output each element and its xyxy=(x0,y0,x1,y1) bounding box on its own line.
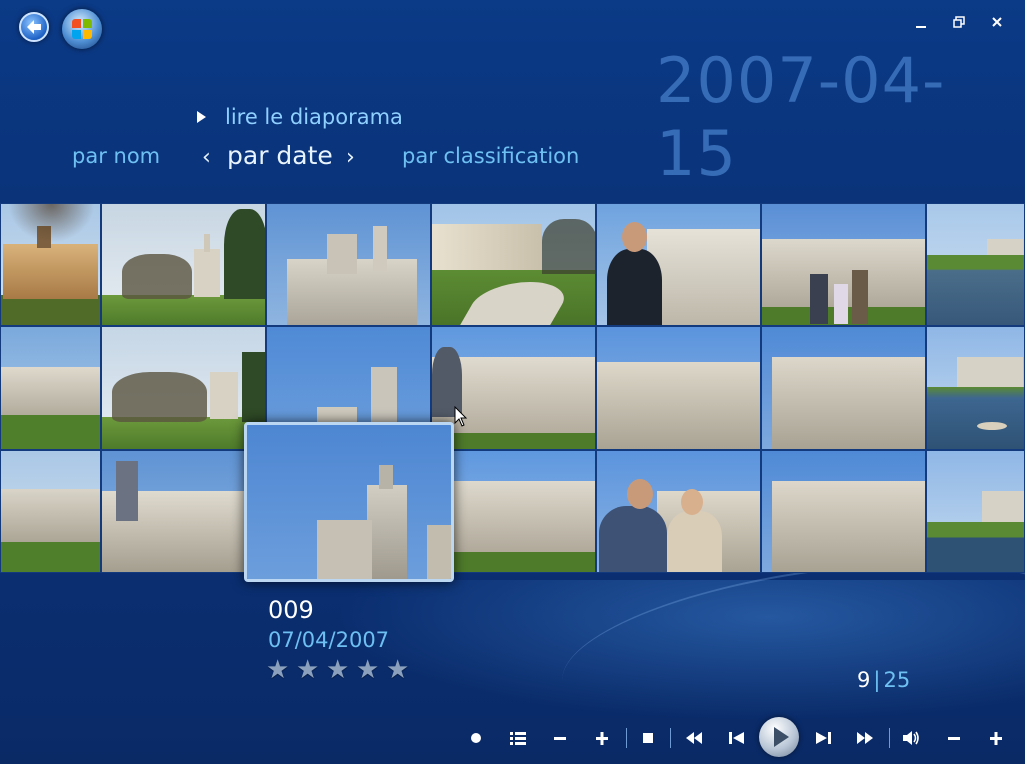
photo-thumbnail[interactable] xyxy=(761,203,926,326)
stop-icon xyxy=(643,733,653,743)
page-counter: 9 | 25 xyxy=(857,668,910,692)
photo-thumbnail[interactable] xyxy=(596,203,761,326)
star-icon: ★ xyxy=(326,655,350,685)
volume-up-icon xyxy=(990,732,1002,745)
star-icon: ★ xyxy=(296,655,320,685)
minus-icon xyxy=(554,737,566,740)
sort-by-rating[interactable]: par classification xyxy=(402,144,579,168)
back-arrow-icon xyxy=(27,20,41,34)
total-count: 25 xyxy=(883,668,911,692)
photo-thumbnail[interactable] xyxy=(0,326,101,450)
photo-thumbnail[interactable] xyxy=(926,203,1025,326)
play-icon xyxy=(774,727,789,747)
volume-icon xyxy=(903,731,919,745)
rewind-button[interactable] xyxy=(683,727,705,749)
photo-thumbnail[interactable] xyxy=(431,450,596,573)
volume-down-icon xyxy=(948,737,960,740)
photo-thumbnail[interactable] xyxy=(431,203,596,326)
star-icon: ★ xyxy=(386,655,410,685)
photo-thumbnail[interactable] xyxy=(0,450,101,573)
close-icon xyxy=(992,17,1002,27)
zoom-in-button[interactable] xyxy=(594,727,610,749)
chevron-right-icon[interactable]: › xyxy=(346,145,355,170)
back-button[interactable] xyxy=(19,12,49,42)
sort-by-name[interactable]: par nom xyxy=(72,144,160,168)
fast-forward-icon xyxy=(857,732,873,744)
restore-icon xyxy=(953,16,965,28)
photo-thumbnail[interactable] xyxy=(926,450,1025,573)
control-divider xyxy=(626,728,627,748)
skip-forward-button[interactable] xyxy=(814,727,834,749)
photo-thumbnail[interactable] xyxy=(0,203,101,326)
star-icon: ★ xyxy=(266,655,290,685)
rating-stars: ★ ★ ★ ★ ★ xyxy=(266,656,416,684)
minimize-button[interactable] xyxy=(912,14,930,32)
volume-up-button[interactable] xyxy=(988,727,1004,749)
photo-name: 009 xyxy=(268,596,314,624)
play-icon xyxy=(197,111,206,123)
photo-thumbnail[interactable] xyxy=(596,326,761,450)
record-button[interactable] xyxy=(468,727,484,749)
play-pause-button[interactable] xyxy=(759,717,799,757)
photo-thumbnail[interactable] xyxy=(761,450,926,573)
close-button[interactable] xyxy=(988,14,1006,32)
chevron-left-icon[interactable]: ‹ xyxy=(202,145,211,170)
mute-button[interactable] xyxy=(900,727,922,749)
slideshow-label: lire le diaporama xyxy=(225,105,403,129)
list-icon xyxy=(510,732,526,745)
stop-button[interactable] xyxy=(640,727,656,749)
rewind-icon xyxy=(686,732,702,744)
sort-by-date[interactable]: par date xyxy=(227,141,333,170)
photo-date: 07/04/2007 xyxy=(268,628,390,652)
control-divider xyxy=(889,728,890,748)
start-button[interactable] xyxy=(62,9,102,49)
skip-back-button[interactable] xyxy=(726,727,746,749)
restore-button[interactable] xyxy=(950,14,968,32)
photo-grid xyxy=(0,203,1025,573)
photo-thumbnail[interactable] xyxy=(101,450,266,573)
record-dot-icon xyxy=(471,733,481,743)
skip-back-icon xyxy=(729,732,744,744)
volume-down-button[interactable] xyxy=(946,727,962,749)
control-divider xyxy=(670,728,671,748)
minimize-icon xyxy=(916,26,926,28)
photo-thumbnail[interactable] xyxy=(101,203,266,326)
date-heading: 2007-04-15 xyxy=(656,44,946,190)
star-icon: ★ xyxy=(356,655,380,685)
current-index: 9 xyxy=(857,668,871,692)
windows-logo-icon xyxy=(72,19,92,39)
photo-thumbnail[interactable] xyxy=(101,326,266,450)
photo-thumbnail[interactable] xyxy=(761,326,926,450)
plus-icon xyxy=(596,732,608,745)
slideshow-button[interactable]: lire le diaporama xyxy=(197,104,403,130)
selected-photo[interactable] xyxy=(244,422,454,582)
mouse-cursor-icon xyxy=(454,406,468,427)
fast-forward-button[interactable] xyxy=(854,727,876,749)
photo-thumbnail[interactable] xyxy=(596,450,761,573)
photo-thumbnail[interactable] xyxy=(926,326,1025,450)
photo-thumbnail[interactable] xyxy=(431,326,596,450)
list-button[interactable] xyxy=(508,727,528,749)
photo-thumbnail[interactable] xyxy=(266,203,431,326)
zoom-out-button[interactable] xyxy=(552,727,568,749)
counter-separator: | xyxy=(873,668,881,692)
skip-forward-icon xyxy=(816,732,831,744)
